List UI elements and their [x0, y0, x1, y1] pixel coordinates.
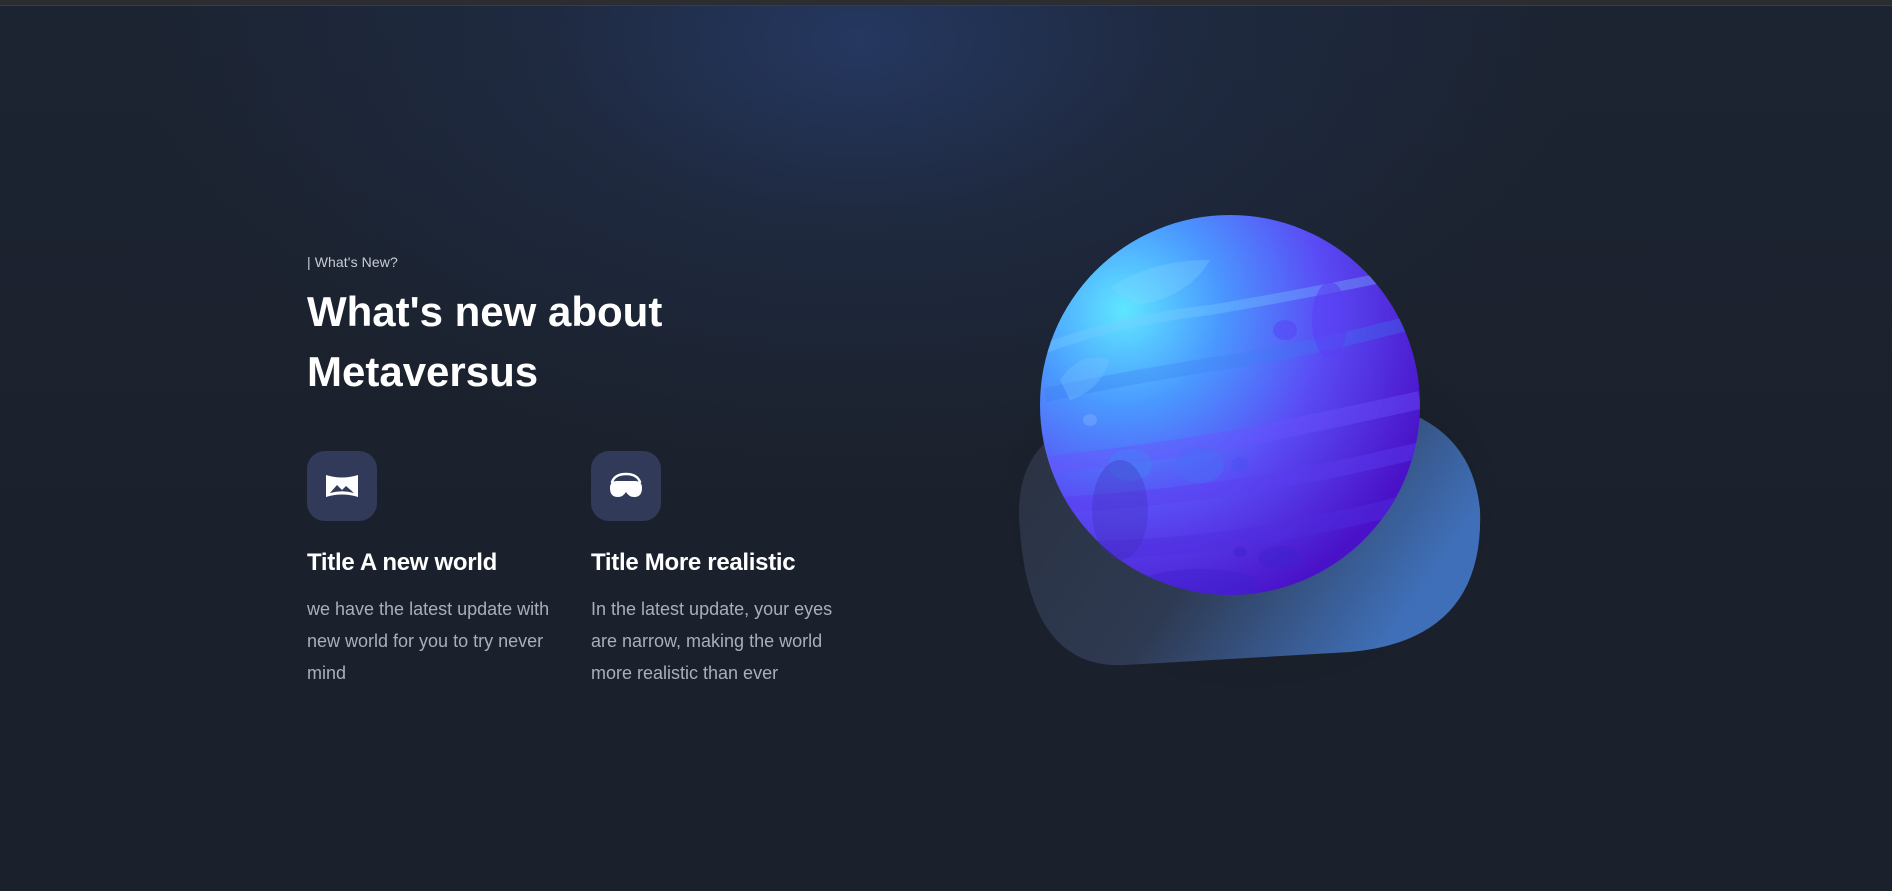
heading-line-2: Metaversus	[307, 348, 539, 395]
browser-top-strip	[0, 0, 1892, 6]
feature-new-world: Title A new world we have the latest upd…	[307, 451, 557, 689]
landscape-image-icon	[326, 475, 358, 497]
whats-new-section: | What's New? What's new about Metaversu…	[0, 0, 1892, 891]
feature-more-realistic: Title More realistic In the latest updat…	[591, 451, 841, 689]
heading-line-1: What's new about	[307, 288, 663, 335]
vr-headset-icon	[610, 472, 642, 497]
feature-title: Title A new world	[307, 549, 498, 576]
feature-icon-tile	[307, 451, 377, 521]
feature-text: we have the latest update with new world…	[307, 599, 550, 683]
content-column: | What's New? What's new about Metaversu…	[307, 254, 867, 683]
feature-icon-tile	[591, 451, 661, 521]
feature-title: Title More realistic	[591, 549, 796, 576]
feature-text: In the latest update, your eyes are narr…	[591, 599, 833, 683]
feature-list: Title A new world we have the latest upd…	[307, 451, 867, 711]
section-heading: What's new about Metaversus	[307, 282, 787, 402]
section-eyebrow: | What's New?	[307, 254, 398, 270]
planet-illustration	[1000, 215, 1500, 700]
